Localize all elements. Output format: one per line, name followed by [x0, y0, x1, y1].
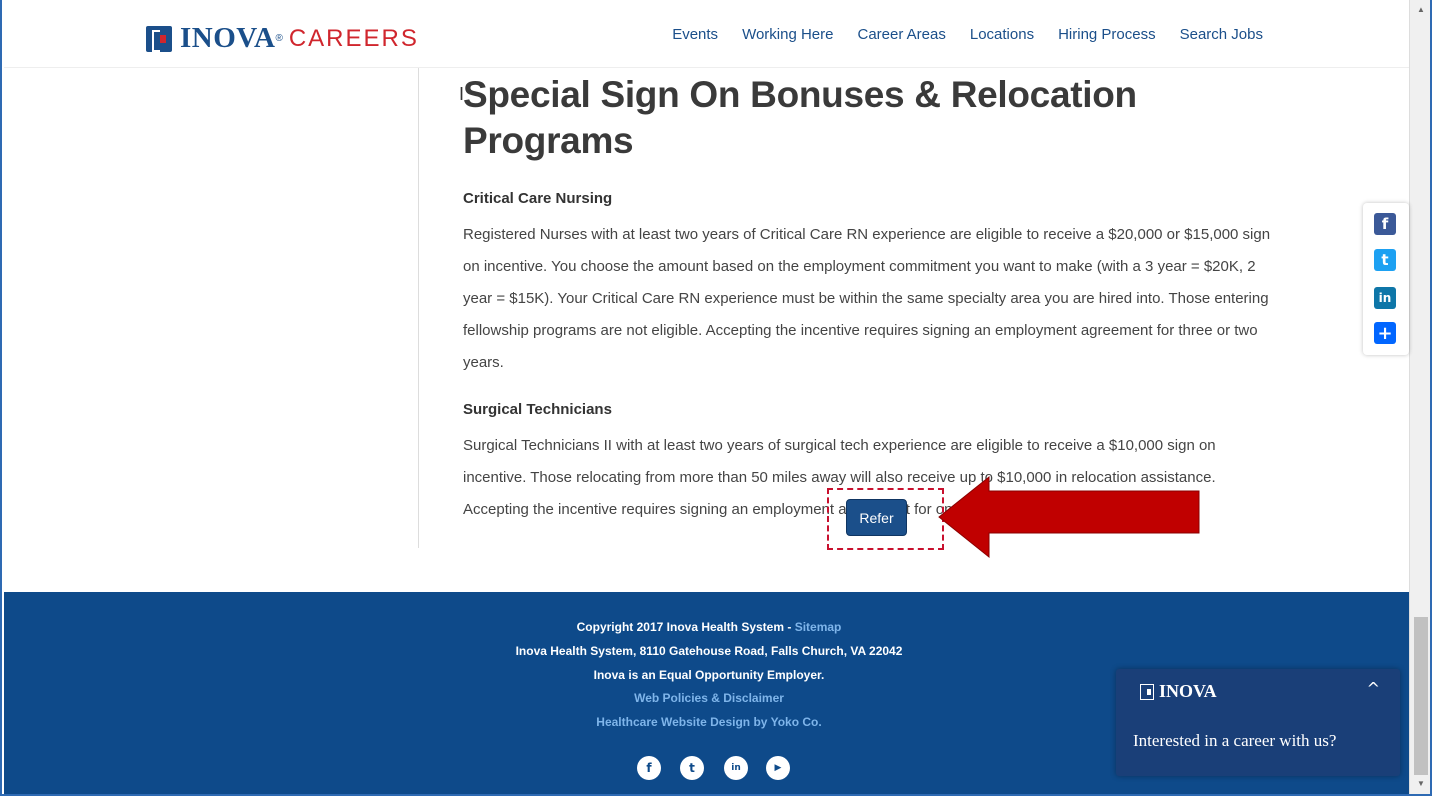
content-divider — [418, 68, 419, 548]
refer-button[interactable]: Refer — [846, 499, 907, 536]
nav-link-working-here[interactable]: Working Here — [742, 26, 833, 43]
nav-link-career-areas[interactable]: Career Areas — [857, 26, 945, 43]
nav-link-locations[interactable]: Locations — [970, 26, 1034, 43]
section-body-critical-care: Registered Nurses with at least two year… — [463, 226, 1271, 371]
share-bar: f t in + — [1363, 203, 1409, 355]
linkedin-share-icon[interactable]: in — [1374, 287, 1396, 309]
inova-logo-icon — [146, 25, 172, 52]
browser-frame: INOVA ® CAREERS Events Working Here Care… — [0, 0, 1432, 796]
section-heading-surgical-tech: Surgical Technicians — [463, 401, 612, 418]
more-share-icon[interactable]: + — [1374, 322, 1396, 344]
linkedin-icon[interactable]: in — [724, 756, 748, 780]
main-content: Special Sign On Bonuses & Relocation Pro… — [463, 68, 1283, 526]
vertical-scrollbar[interactable]: ▲ ▼ — [1409, 0, 1430, 794]
footer-address: Inova Health System, 8110 Gatehouse Road… — [515, 644, 903, 658]
nav-link-events[interactable]: Events — [672, 26, 718, 43]
logo-suffix: CAREERS — [288, 24, 419, 52]
youtube-icon[interactable]: ▶ — [766, 756, 790, 780]
scroll-down-icon[interactable]: ▼ — [1410, 776, 1430, 792]
page-title: Special Sign On Bonuses & Relocation Pro… — [463, 74, 1137, 161]
scroll-thumb[interactable] — [1414, 617, 1428, 775]
twitter-share-icon[interactable]: t — [1374, 249, 1396, 271]
inova-careers-logo[interactable]: INOVA ® CAREERS — [146, 22, 419, 55]
chat-inova-icon — [1140, 683, 1154, 700]
twitter-icon[interactable]: t — [680, 756, 704, 780]
site-header: INOVA ® CAREERS Events Working Here Care… — [4, 0, 1409, 68]
sitemap-link[interactable]: Sitemap — [795, 620, 842, 634]
chat-logo: INOVA — [1140, 681, 1217, 702]
nav-link-hiring-process[interactable]: Hiring Process — [1058, 26, 1156, 43]
chat-brand: INOVA — [1159, 681, 1217, 701]
annotation-arrow-icon — [938, 475, 1200, 559]
logo-registered-mark: ® — [275, 33, 283, 44]
scroll-up-icon[interactable]: ▲ — [1410, 2, 1430, 18]
footer-copyright-line: Copyright 2017 Inova Health System - Sit… — [4, 620, 1414, 634]
chevron-up-icon[interactable]: ^ — [1367, 679, 1380, 698]
nav-link-search-jobs[interactable]: Search Jobs — [1180, 26, 1263, 43]
logo-brand: INOVA — [180, 22, 276, 54]
section-heading-critical-care: Critical Care Nursing — [463, 190, 613, 207]
footer-copyright: Copyright 2017 Inova Health System - — [576, 620, 795, 634]
facebook-icon[interactable]: f — [637, 756, 661, 780]
chat-message: Interested in a career with us? — [1133, 731, 1337, 750]
main-nav: Events Working Here Career Areas Locatio… — [672, 26, 1263, 43]
facebook-share-icon[interactable]: f — [1374, 213, 1396, 235]
career-chat-widget[interactable]: INOVA ^ Interested in a career with us? — [1116, 669, 1400, 776]
